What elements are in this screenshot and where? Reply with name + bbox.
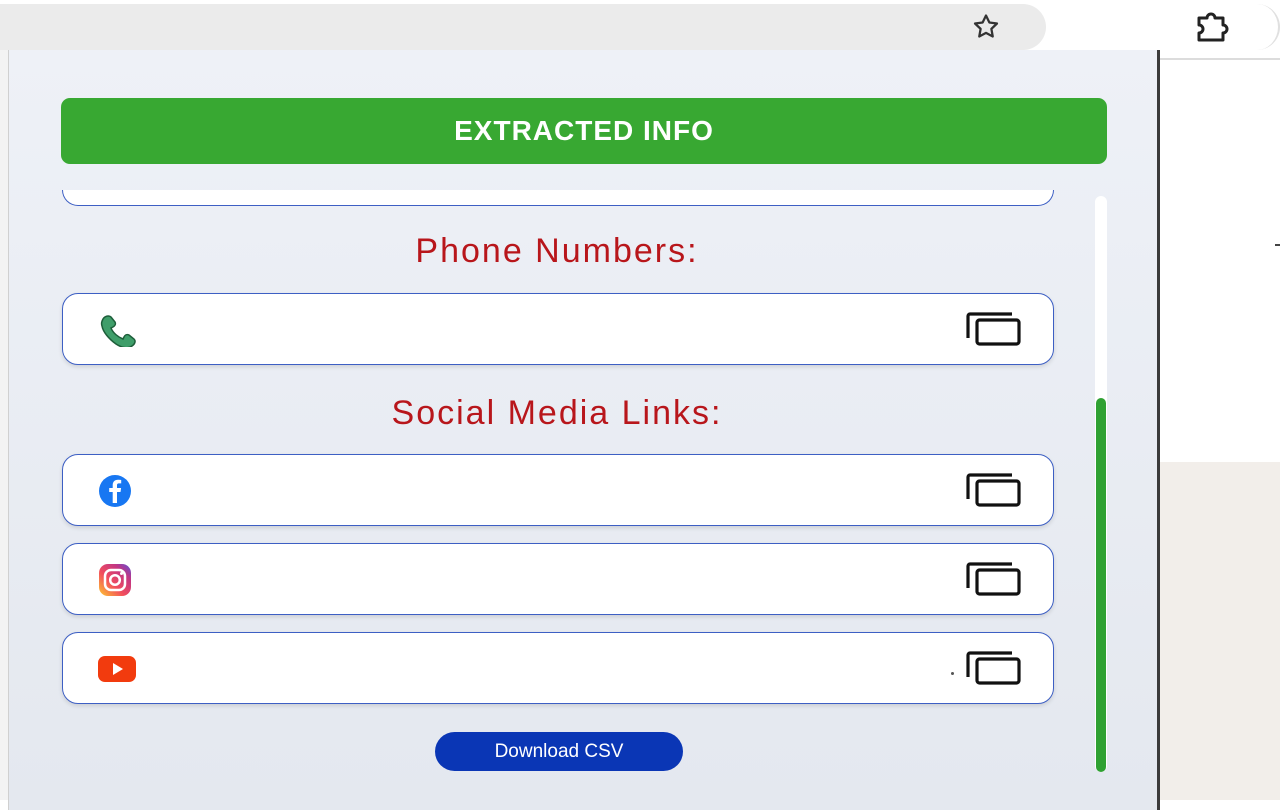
popup-header: EXTRACTED INFO (61, 98, 1107, 164)
copy-phone-icon[interactable] (963, 308, 1025, 348)
popup-title: EXTRACTED INFO (454, 115, 714, 146)
extensions-puzzle-icon[interactable] (1188, 10, 1238, 44)
copy-facebook-icon[interactable] (963, 469, 1025, 509)
social-section-title: Social Media Links: (391, 394, 723, 432)
youtube-icon (97, 651, 161, 687)
previous-card-bottom (62, 190, 1054, 206)
background-left-strip (0, 50, 8, 800)
youtube-link-row (62, 632, 1054, 704)
phone-number-row (62, 293, 1054, 365)
facebook-icon (97, 473, 161, 509)
instagram-icon (97, 562, 161, 598)
facebook-link-row (62, 454, 1054, 526)
copy-youtube-icon[interactable] (963, 647, 1025, 687)
background-page-lower (1160, 462, 1280, 800)
download-csv-button[interactable]: Download CSV (435, 732, 683, 771)
extension-popup: EXTRACTED INFO Phone Numbers: Social Med… (8, 50, 1160, 810)
stray-dot (951, 672, 954, 675)
scrollbar-thumb[interactable] (1096, 398, 1106, 772)
copy-instagram-icon[interactable] (963, 558, 1025, 598)
phone-icon (97, 312, 161, 348)
instagram-link-row (62, 543, 1054, 615)
bookmark-star-icon[interactable] (966, 11, 1006, 43)
address-bar[interactable] (0, 4, 1046, 50)
background-mark (1275, 244, 1280, 246)
phone-section-title: Phone Numbers: (415, 232, 699, 270)
